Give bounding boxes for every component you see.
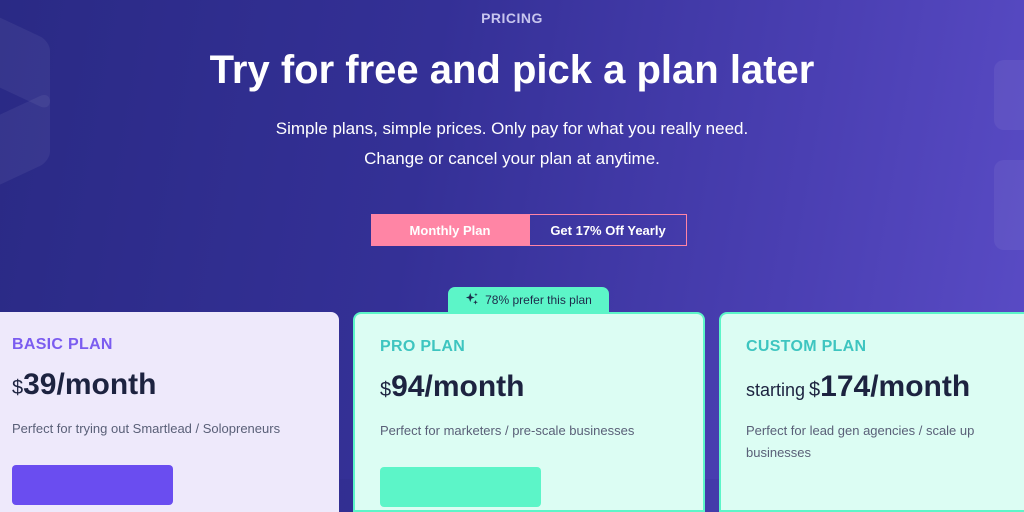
price-prefix: starting xyxy=(746,380,806,400)
pro-plan-button[interactable] xyxy=(380,467,541,507)
billing-toggle: Monthly Plan Get 17% Off Yearly xyxy=(371,214,687,246)
page-title: Try for free and pick a plan later xyxy=(209,48,815,92)
plan-name: BASIC PLAN xyxy=(12,336,113,353)
plan-card-custom: CUSTOM PLAN starting $ 174/month Perfect… xyxy=(719,312,1024,512)
decorative-shape xyxy=(0,91,50,199)
plan-price: starting $ 174/month xyxy=(746,370,1024,404)
price-currency: $ xyxy=(12,377,24,399)
page-subtitle-line-1: Simple plans, simple prices. Only pay fo… xyxy=(275,119,749,138)
plan-description: Perfect for trying out Smartlead / Solop… xyxy=(12,421,281,436)
popular-plan-badge: 78% prefer this plan xyxy=(448,287,609,313)
plan-card-basic: BASIC PLAN $ 39/month Perfect for trying… xyxy=(0,312,339,512)
price-currency: $ xyxy=(380,379,392,401)
plan-card-pro: PRO PLAN $ 94/month Perfect for marketer… xyxy=(353,312,705,512)
sparkle-icon xyxy=(465,292,479,309)
price-amount: 174/month xyxy=(820,370,971,403)
section-eyebrow: PRICING xyxy=(481,10,543,26)
page-subtitle-line-2: Change or cancel your plan at anytime. xyxy=(364,149,660,168)
plan-name: PRO PLAN xyxy=(380,338,466,355)
plan-price: $ 39/month xyxy=(12,368,339,402)
plan-price: $ 94/month xyxy=(380,370,703,404)
basic-plan-button[interactable] xyxy=(12,465,173,505)
monthly-plan-tab[interactable]: Monthly Plan xyxy=(371,214,529,246)
badge-text: 78% prefer this plan xyxy=(485,293,592,307)
yearly-plan-tab[interactable]: Get 17% Off Yearly xyxy=(529,214,687,246)
plan-description: Perfect for marketers / pre-scale busine… xyxy=(380,423,635,438)
price-amount: 39/month xyxy=(23,368,157,401)
price-currency: $ xyxy=(809,379,821,401)
plan-name: CUSTOM PLAN xyxy=(746,338,867,355)
plan-description: Perfect for lead gen agencies / scale up… xyxy=(746,423,975,460)
price-amount: 94/month xyxy=(391,370,525,403)
decorative-shape xyxy=(994,160,1024,250)
